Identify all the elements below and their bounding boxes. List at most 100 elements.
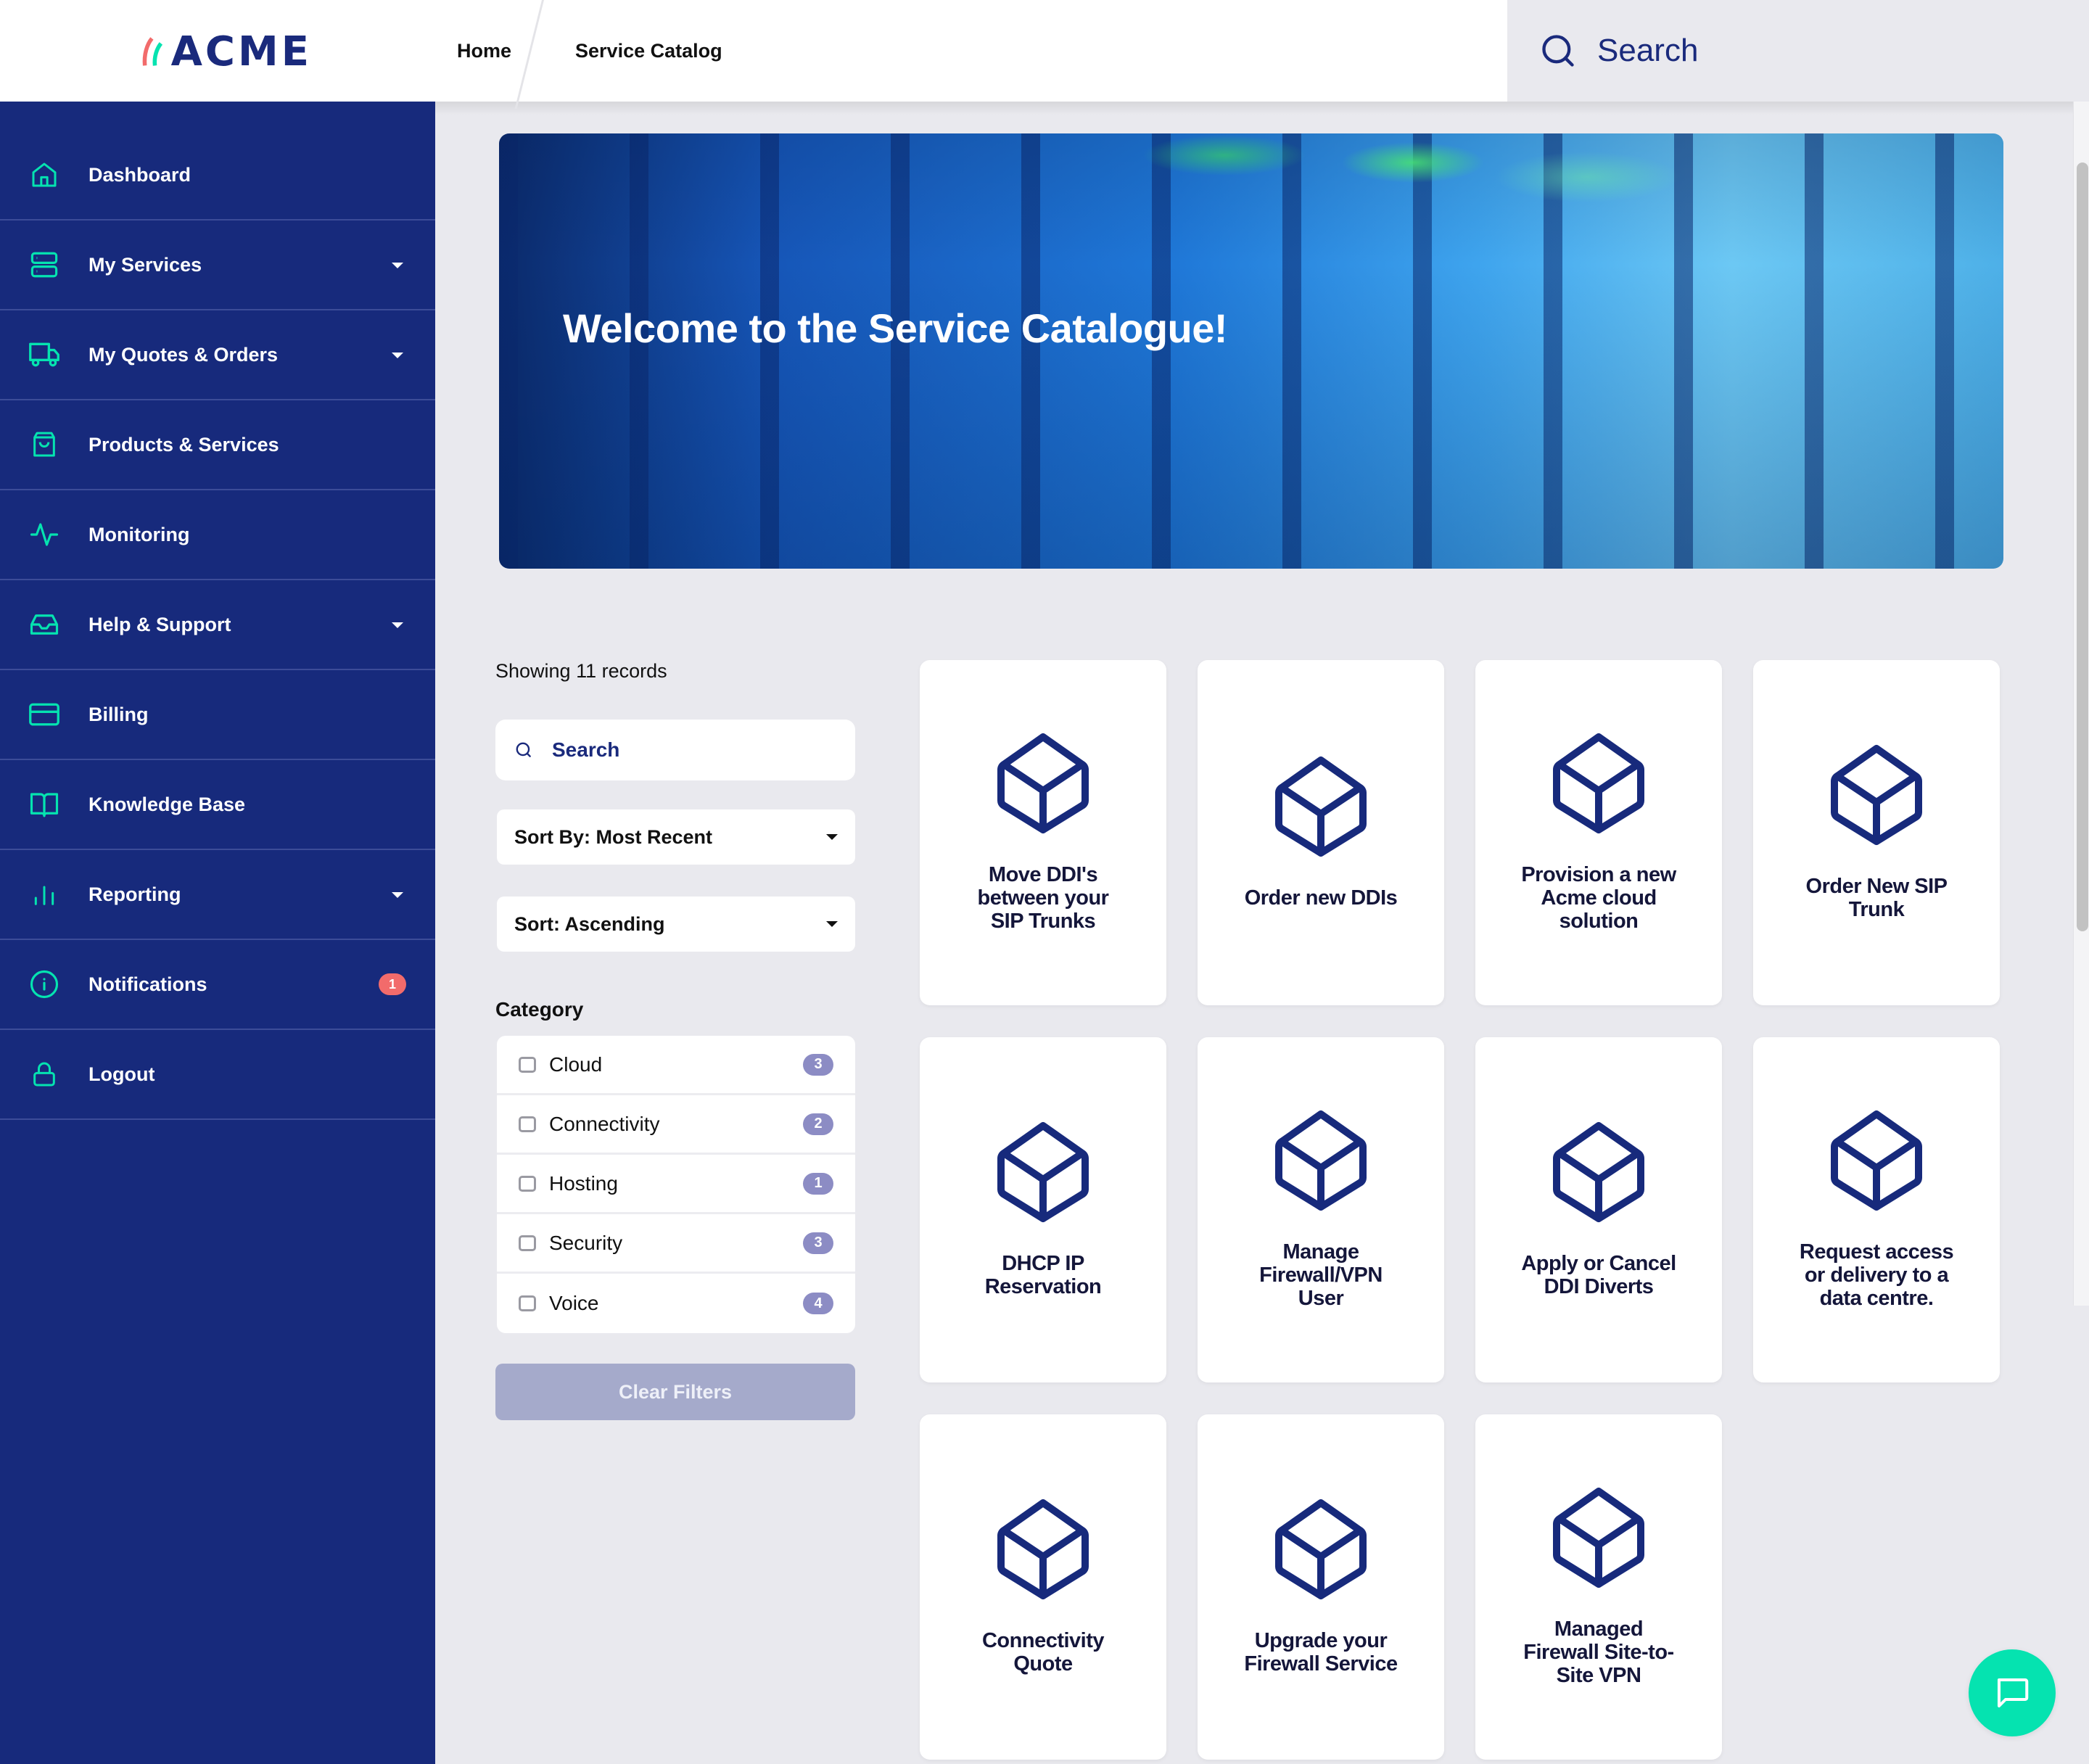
chevron-down-icon (826, 834, 838, 840)
sort-by-select[interactable]: Sort By: Most Recent (497, 809, 855, 865)
catalog-card-title: Order New SIP Trunk (1805, 875, 1948, 921)
sidebar-item-help-support[interactable]: Help & Support (0, 580, 435, 670)
catalog-card[interactable]: Connectivity Quote (920, 1414, 1166, 1760)
category-checkbox[interactable] (519, 1116, 536, 1132)
sidebar-item-label: Reporting (88, 883, 181, 905)
sidebar-item-products-services[interactable]: Products & Services (0, 400, 435, 490)
scrollbar[interactable] (2073, 102, 2089, 1306)
catalog-card[interactable]: Request access or delivery to a data cen… (1753, 1037, 2000, 1382)
sidebar-item-label: Monitoring (88, 523, 190, 545)
box-icon (995, 1121, 1091, 1223)
scrollbar-thumb[interactable] (2077, 162, 2088, 931)
catalog-card-title: Connectivity Quote (981, 1629, 1105, 1676)
sidebar-item-label: Notifications (88, 973, 207, 995)
sidebar-item-reporting[interactable]: Reporting (0, 850, 435, 940)
sidebar-item-logout[interactable]: Logout (0, 1030, 435, 1120)
category-checkbox[interactable] (519, 1056, 536, 1073)
catalog-card[interactable]: Apply or Cancel DDI Diverts (1475, 1037, 1722, 1382)
catalog-search-input[interactable] (552, 738, 828, 762)
search-icon (516, 742, 531, 757)
truck-icon (28, 338, 61, 371)
category-filter-list: Cloud 3 Connectivity 2 Hosting 1 Securit… (497, 1036, 855, 1333)
breadcrumb: Home Service Catalog (457, 0, 722, 102)
category-count-badge: 1 (803, 1172, 833, 1195)
category-label: Connectivity (549, 1112, 660, 1135)
catalog-search (495, 720, 855, 780)
box-icon (995, 733, 1091, 834)
sidebar-item-my-quotes-orders[interactable]: My Quotes & Orders (0, 310, 435, 400)
category-count-badge: 4 (803, 1293, 833, 1314)
sidebar-item-notifications[interactable]: Notifications 1 (0, 940, 435, 1030)
box-icon (1829, 744, 1924, 846)
box-icon (1273, 756, 1369, 857)
box-icon (1273, 1499, 1369, 1600)
catalog-card[interactable]: Order new DDIs (1198, 660, 1444, 1005)
bar-chart-icon (28, 878, 61, 911)
category-label: Cloud (549, 1052, 603, 1076)
chevron-down-icon[interactable] (392, 353, 403, 358)
catalog-card[interactable]: Managed Firewall Site-to-Site VPN (1475, 1414, 1722, 1760)
sidebar-item-my-services[interactable]: My Services (0, 220, 435, 310)
category-filter-security[interactable]: Security 3 (497, 1214, 855, 1274)
home-icon (28, 158, 61, 191)
sidebar-item-label: Knowledge Base (88, 793, 246, 815)
category-filter-connectivity[interactable]: Connectivity 2 (497, 1095, 855, 1155)
catalog-card-title: Move DDI's between your SIP Trunks (977, 863, 1109, 933)
records-count: Showing 11 records (495, 660, 667, 682)
chevron-down-icon[interactable] (392, 263, 403, 268)
category-checkbox[interactable] (519, 1235, 536, 1251)
search-icon (1542, 35, 1574, 67)
top-bar: ACME Home Service Catalog (0, 0, 2089, 102)
box-icon (1551, 733, 1647, 834)
clear-filters-button[interactable]: Clear Filters (495, 1364, 855, 1420)
hero-banner: Welcome to the Service Catalogue! (499, 133, 2003, 569)
category-checkbox[interactable] (519, 1295, 536, 1311)
catalog-card[interactable]: Move DDI's between your SIP Trunks (920, 660, 1166, 1005)
category-count-badge: 3 (803, 1053, 833, 1076)
sort-by-value: Sort By: Most Recent (514, 825, 713, 848)
hero-title: Welcome to the Service Catalogue! (563, 305, 1228, 351)
global-search-input[interactable] (1597, 33, 1945, 69)
sidebar-item-label: My Services (88, 253, 202, 276)
chat-button[interactable] (1969, 1649, 2056, 1736)
sort-order-select[interactable]: Sort: Ascending (497, 897, 855, 952)
sort-order-value: Sort: Ascending (514, 912, 665, 935)
sidebar-item-billing[interactable]: Billing (0, 670, 435, 760)
notification-count-badge: 1 (379, 973, 406, 995)
catalog-card-title: Apply or Cancel DDI Diverts (1521, 1252, 1676, 1298)
breadcrumb-separator (522, 0, 565, 102)
chat-bubble-icon (1997, 1678, 2029, 1708)
catalog-card[interactable]: Manage Firewall/VPN User (1198, 1037, 1444, 1382)
sidebar-item-knowledge-base[interactable]: Knowledge Base (0, 760, 435, 850)
activity-icon (28, 518, 61, 551)
breadcrumb-home[interactable]: Home (457, 40, 511, 62)
catalog-card[interactable]: Upgrade your Firewall Service (1198, 1414, 1444, 1760)
logo-text: ACME (170, 28, 312, 75)
category-filter-hosting[interactable]: Hosting 1 (497, 1155, 855, 1214)
box-icon (995, 1499, 1091, 1600)
lock-icon (28, 1058, 61, 1091)
book-open-icon (28, 788, 61, 821)
catalog-card[interactable]: Provision a new Acme cloud solution (1475, 660, 1722, 1005)
sidebar-item-label: Products & Services (88, 433, 279, 456)
category-filter-cloud[interactable]: Cloud 3 (497, 1036, 855, 1095)
catalog-card[interactable]: DHCP IP Reservation (920, 1037, 1166, 1382)
chevron-down-icon[interactable] (392, 622, 403, 628)
chevron-down-icon[interactable] (392, 892, 403, 898)
catalog-card[interactable]: Order New SIP Trunk (1753, 660, 2000, 1005)
category-filter-voice[interactable]: Voice 4 (497, 1274, 855, 1333)
box-icon (1829, 1110, 1924, 1211)
sidebar-item-label: Help & Support (88, 613, 231, 635)
breadcrumb-service-catalog[interactable]: Service Catalog (575, 40, 722, 62)
sidebar-item-dashboard[interactable]: Dashboard (0, 131, 435, 220)
sidebar-item-monitoring[interactable]: Monitoring (0, 490, 435, 580)
category-label: Hosting (549, 1171, 618, 1195)
category-checkbox[interactable] (519, 1175, 536, 1192)
catalog-card-title: Managed Firewall Site-to-Site VPN (1523, 1617, 1674, 1687)
server-icon (28, 248, 61, 281)
category-label: Voice (549, 1292, 599, 1314)
chevron-down-icon (826, 921, 838, 927)
sidebar-item-label: Dashboard (88, 163, 191, 186)
catalog-card-title: Manage Firewall/VPN User (1259, 1240, 1383, 1310)
acme-logo[interactable]: ACME (138, 26, 312, 77)
